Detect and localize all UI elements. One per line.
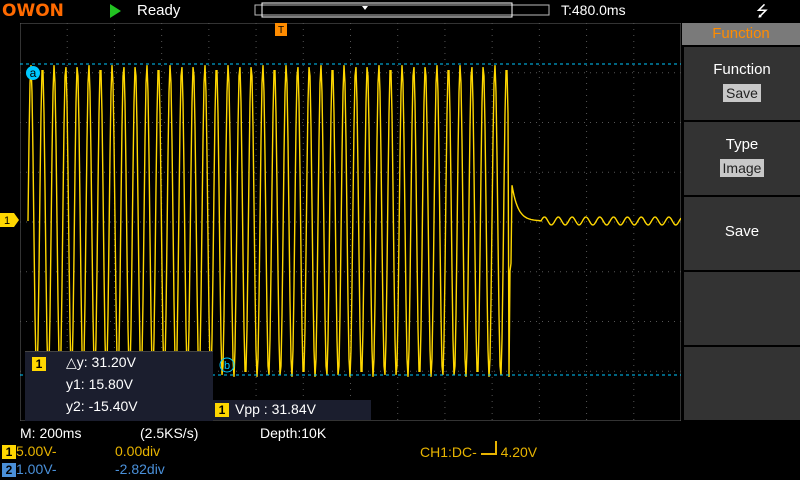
timebase[interactable]: M: 200ms xyxy=(20,425,81,441)
ch1-badge: 1 xyxy=(2,445,16,459)
cursor-b-label: b xyxy=(224,360,230,372)
ch2-info-row[interactable]: 2 1.00V- xyxy=(2,461,56,477)
vpp-measurement: 1 Vpp : 31.84V xyxy=(213,400,371,420)
menu-function-label: Function xyxy=(713,61,771,78)
menu-header: Function xyxy=(682,23,800,45)
ch1-marker-label: 1 xyxy=(4,215,10,227)
trigger-level: 4.20V xyxy=(500,444,538,460)
menu-type-label: Type xyxy=(725,136,759,153)
ch1-info-row[interactable]: 1 5.00V- xyxy=(2,443,56,459)
trigger-time-readout: T:480.0ms xyxy=(561,2,626,18)
memory-depth[interactable]: Depth:10K xyxy=(260,425,326,441)
ch2-scale: 1.00V- xyxy=(16,461,57,477)
menu-type-button[interactable]: Type Image xyxy=(684,122,800,195)
ch1-scale: 5.00V- xyxy=(16,443,57,459)
cursor-channel-badge: 1 xyxy=(32,357,46,371)
menu-function-value: Save xyxy=(723,84,761,102)
menu-function-button[interactable]: Function Save xyxy=(684,47,800,120)
cursor-delta-y: △y: 31.20V xyxy=(66,354,136,370)
cursor-a-label: a xyxy=(30,66,37,80)
trigger-edge-icon xyxy=(480,441,497,455)
cursor-y2: y2: -15.40V xyxy=(66,398,138,414)
run-status: Ready xyxy=(137,2,181,19)
ch1-level-marker-icon[interactable]: 1 xyxy=(0,212,20,228)
trigger-info[interactable]: CH1:DC- 4.20V xyxy=(420,441,538,460)
cursor-measure-panel: 1 △y: 31.20V y1: 15.80V y2: -15.40V xyxy=(25,351,213,422)
run-play-icon[interactable] xyxy=(110,4,121,18)
memory-timebar[interactable] xyxy=(254,2,550,18)
ch2-offset: -2.82div xyxy=(115,461,165,477)
trigger-source: CH1:DC- xyxy=(420,444,477,460)
menu-empty-slot-2[interactable] xyxy=(684,347,800,420)
vpp-channel-badge: 1 xyxy=(215,403,229,417)
vpp-value: Vpp : 31.84V xyxy=(235,401,316,417)
sample-rate: (2.5KS/s) xyxy=(140,425,199,441)
menu-save-button[interactable]: Save xyxy=(684,197,800,270)
brand-logo: OWON xyxy=(2,1,64,21)
menu-empty-slot-1[interactable] xyxy=(684,272,800,345)
cursor-y1: y1: 15.80V xyxy=(66,376,133,392)
ch1-offset: 0.00div xyxy=(115,443,161,459)
trigger-marker-label: T xyxy=(278,25,284,36)
menu-type-value: Image xyxy=(719,159,765,177)
ch2-badge: 2 xyxy=(2,463,16,477)
menu-save-label: Save xyxy=(724,223,760,240)
